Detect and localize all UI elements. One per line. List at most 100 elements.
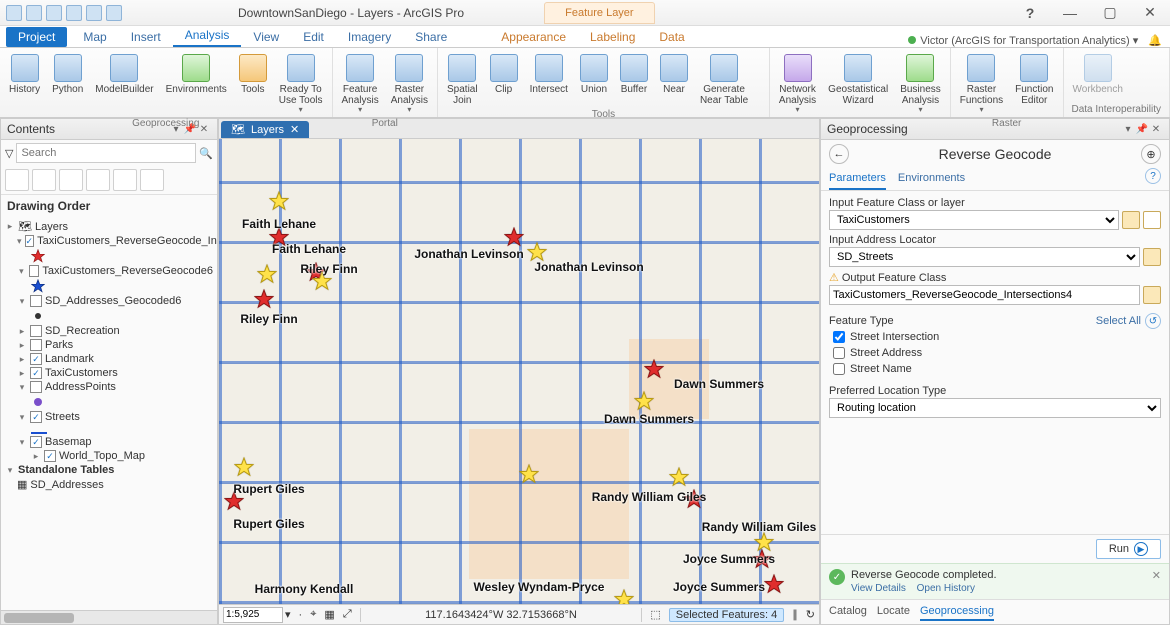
browse-icon[interactable] [1143,248,1161,266]
message-close-icon[interactable]: ✕ [1152,569,1161,582]
option-checkbox[interactable] [833,347,845,359]
map-point-yellow-star[interactable] [257,264,277,284]
ribbon-tool-btn[interactable]: Clip [485,50,523,98]
input-featureclass-select[interactable]: TaxiCustomers [829,210,1119,230]
layer-checkbox[interactable] [30,325,42,337]
browse-icon[interactable] [1143,286,1161,304]
browse-icon[interactable] [1122,211,1140,229]
layer-label[interactable]: SD_Addresses_Geocoded6 [45,295,181,307]
list-by-labeling[interactable] [140,169,164,191]
tab-analysis[interactable]: Analysis [173,25,242,47]
map-point-red-star[interactable] [254,289,274,309]
layer-checkbox[interactable] [30,295,42,307]
feature-type-option[interactable]: Street Address [829,345,1161,361]
contents-search-input[interactable] [16,143,196,163]
map-point-yellow-star[interactable] [519,464,539,484]
search-icon[interactable]: 🔍 [199,147,213,160]
output-featureclass-input[interactable] [829,285,1140,305]
filter-icon[interactable]: ▽ [5,147,13,160]
open-history-link[interactable]: Open History [917,583,975,594]
view-details-link[interactable]: View Details [851,583,906,594]
ribbon-environments[interactable]: Environments [161,50,232,98]
close-button[interactable]: ✕ [1130,4,1170,21]
ribbon-raster-functions[interactable]: Raster Functions [955,50,1008,118]
qat-icon[interactable] [6,5,22,21]
bottom-tab-locate[interactable]: Locate [877,603,910,621]
ribbon-ready-to-use[interactable]: Ready To Use Tools [274,50,328,118]
ribbon-raster-analysis[interactable]: Raster Analysis [386,50,433,118]
map-canvas[interactable]: Faith LehaneFaith LehaneRiley FinnRiley … [219,139,819,604]
layer-label[interactable]: AddressPoints [45,381,116,393]
ribbon-workbench[interactable]: Workbench [1068,50,1128,98]
layer-checkbox[interactable] [44,450,56,462]
status-tool-icon[interactable]: ⌖ [310,608,316,621]
table-label[interactable]: SD_Addresses [30,479,103,491]
run-button[interactable]: Run▶ [1096,539,1161,559]
layer-checkbox[interactable] [29,265,40,277]
layer-checkbox[interactable] [30,381,42,393]
tab-appearance[interactable]: Appearance [489,27,578,47]
ribbon-tool-btn[interactable]: Generate Near Table [695,50,753,109]
qat-icon[interactable] [26,5,42,21]
layer-checkbox[interactable] [25,235,35,247]
map-point-yellow-star[interactable] [614,589,634,604]
back-button[interactable]: ← [829,144,849,164]
layer-checkbox[interactable] [30,436,42,448]
layer-label[interactable]: SD_Recreation [45,325,120,337]
standalone-tables-label[interactable]: Standalone Tables [18,464,114,476]
ribbon-modelbuilder[interactable]: ModelBuilder [90,50,158,98]
qat-icon[interactable] [46,5,62,21]
add-favorite-button[interactable]: ⊕ [1141,144,1161,164]
reset-icon[interactable]: ↺ [1145,313,1161,329]
tab-data[interactable]: Data [647,27,696,47]
ribbon-network-analysis[interactable]: Network Analysis [774,50,821,118]
status-tool-icon[interactable]: ∥ [792,608,798,621]
qat-icon[interactable] [86,5,102,21]
map-point-yellow-star[interactable] [234,457,254,477]
tab-map[interactable]: Map [71,27,118,47]
ribbon-business-analysis[interactable]: Business Analysis [895,50,946,118]
tab-edit[interactable]: Edit [291,27,336,47]
maximize-button[interactable]: ▢ [1090,4,1130,21]
notification-icon[interactable]: 🔔 [1148,34,1162,47]
ribbon-tool-btn[interactable]: Intersect [525,50,573,98]
ribbon-tool-btn[interactable]: Buffer [615,50,653,98]
layer-label[interactable]: TaxiCustomers_ReverseGeocode6 [42,265,213,277]
ribbon-tool-btn[interactable]: Union [575,50,613,98]
tab-share[interactable]: Share [403,27,459,47]
toc-tree[interactable]: ▸🗺Layers ▾TaxiCustomers_ReverseGeocode_I… [1,217,217,610]
option-checkbox[interactable] [833,331,845,343]
ribbon-function-editor[interactable]: Function Editor [1010,50,1058,109]
ribbon-python[interactable]: Python [47,50,88,98]
bottom-tab-catalog[interactable]: Catalog [829,603,867,621]
layer-label[interactable]: TaxiCustomers_ReverseGeocode_Intersectio… [37,235,217,247]
preferred-location-select[interactable]: Routing location [829,398,1161,418]
map-point-yellow-star[interactable] [269,191,289,211]
root-layer-label[interactable]: Layers [35,221,68,233]
status-tool-icon[interactable]: ⤢ [343,608,352,621]
layer-checkbox[interactable] [30,367,42,379]
map-point-yellow-star[interactable] [754,532,774,552]
ribbon-tool-btn[interactable]: Spatial Join [442,50,483,109]
bottom-tab-geoprocessing[interactable]: Geoprocessing [920,603,994,621]
tool-help-icon[interactable]: ? [1145,168,1161,184]
list-by-source[interactable] [32,169,56,191]
option-checkbox[interactable] [833,363,845,375]
layer-checkbox[interactable] [30,353,42,365]
tab-labeling[interactable]: Labeling [578,27,647,47]
edit-icon[interactable] [1143,211,1161,229]
scale-input[interactable] [223,607,283,623]
map-point-yellow-star[interactable] [527,242,547,262]
layer-label[interactable]: Basemap [45,436,91,448]
status-tool-icon[interactable]: · [299,609,303,621]
subtab-environments[interactable]: Environments [898,168,965,190]
minimize-button[interactable]: — [1050,5,1090,21]
map-point-yellow-star[interactable] [669,467,689,487]
ribbon-feature-analysis[interactable]: Feature Analysis [337,50,384,118]
ribbon-tool-btn[interactable]: Near [655,50,693,98]
feature-type-option[interactable]: Street Intersection [829,329,1161,345]
input-locator-select[interactable]: SD_Streets [829,247,1140,267]
help-button[interactable]: ? [1010,5,1050,21]
list-by-snapping[interactable] [113,169,137,191]
list-by-editing[interactable] [86,169,110,191]
